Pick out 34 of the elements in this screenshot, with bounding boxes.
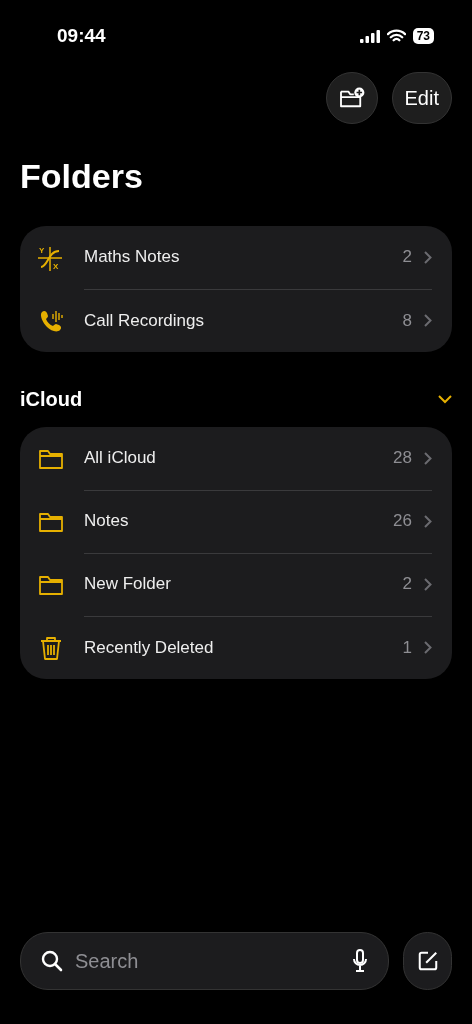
folder-name[interactable]: Recently Deleted xyxy=(84,637,403,658)
search-field[interactable]: Search xyxy=(73,948,342,974)
item-count: 8 xyxy=(402,310,412,331)
item-count: 2 xyxy=(402,574,412,594)
folder-name[interactable]: Call Recordings xyxy=(84,310,403,331)
wifi-icon xyxy=(386,29,406,43)
chevron-right-icon xyxy=(424,641,432,654)
folder-plus-icon xyxy=(338,87,365,109)
compose-button[interactable] xyxy=(403,932,452,990)
microphone-icon xyxy=(352,949,368,973)
chevron-right-icon xyxy=(424,514,432,528)
folder-name[interactable]: Maths Notes xyxy=(84,247,403,267)
signal-icon xyxy=(359,29,380,43)
chevron-right-icon xyxy=(424,314,432,327)
status-time: 09:44 xyxy=(57,25,106,47)
item-count: 1 xyxy=(402,637,412,658)
search-icon xyxy=(41,950,63,972)
edit-button[interactable]: Edit xyxy=(391,72,452,124)
chevron-right-icon xyxy=(424,250,432,264)
page-title: Folders xyxy=(20,156,144,196)
chevron-right-icon xyxy=(424,451,432,465)
chevron-icon[interactable] xyxy=(438,395,452,404)
section-header: iCloud xyxy=(20,388,83,411)
battery-indicator: 73 xyxy=(412,28,434,44)
folder-name[interactable]: All iCloud xyxy=(84,448,394,468)
folder-name[interactable]: Notes xyxy=(84,511,394,531)
trash-icon xyxy=(38,634,64,661)
item-count: 2 xyxy=(402,247,412,267)
item-count: 28 xyxy=(393,448,412,468)
compose-icon xyxy=(416,950,439,972)
search-bar[interactable]: Search xyxy=(20,932,389,990)
item-count: 26 xyxy=(393,511,412,531)
chevron-right-icon xyxy=(424,577,432,591)
folder-name[interactable]: New Folder xyxy=(84,574,403,594)
